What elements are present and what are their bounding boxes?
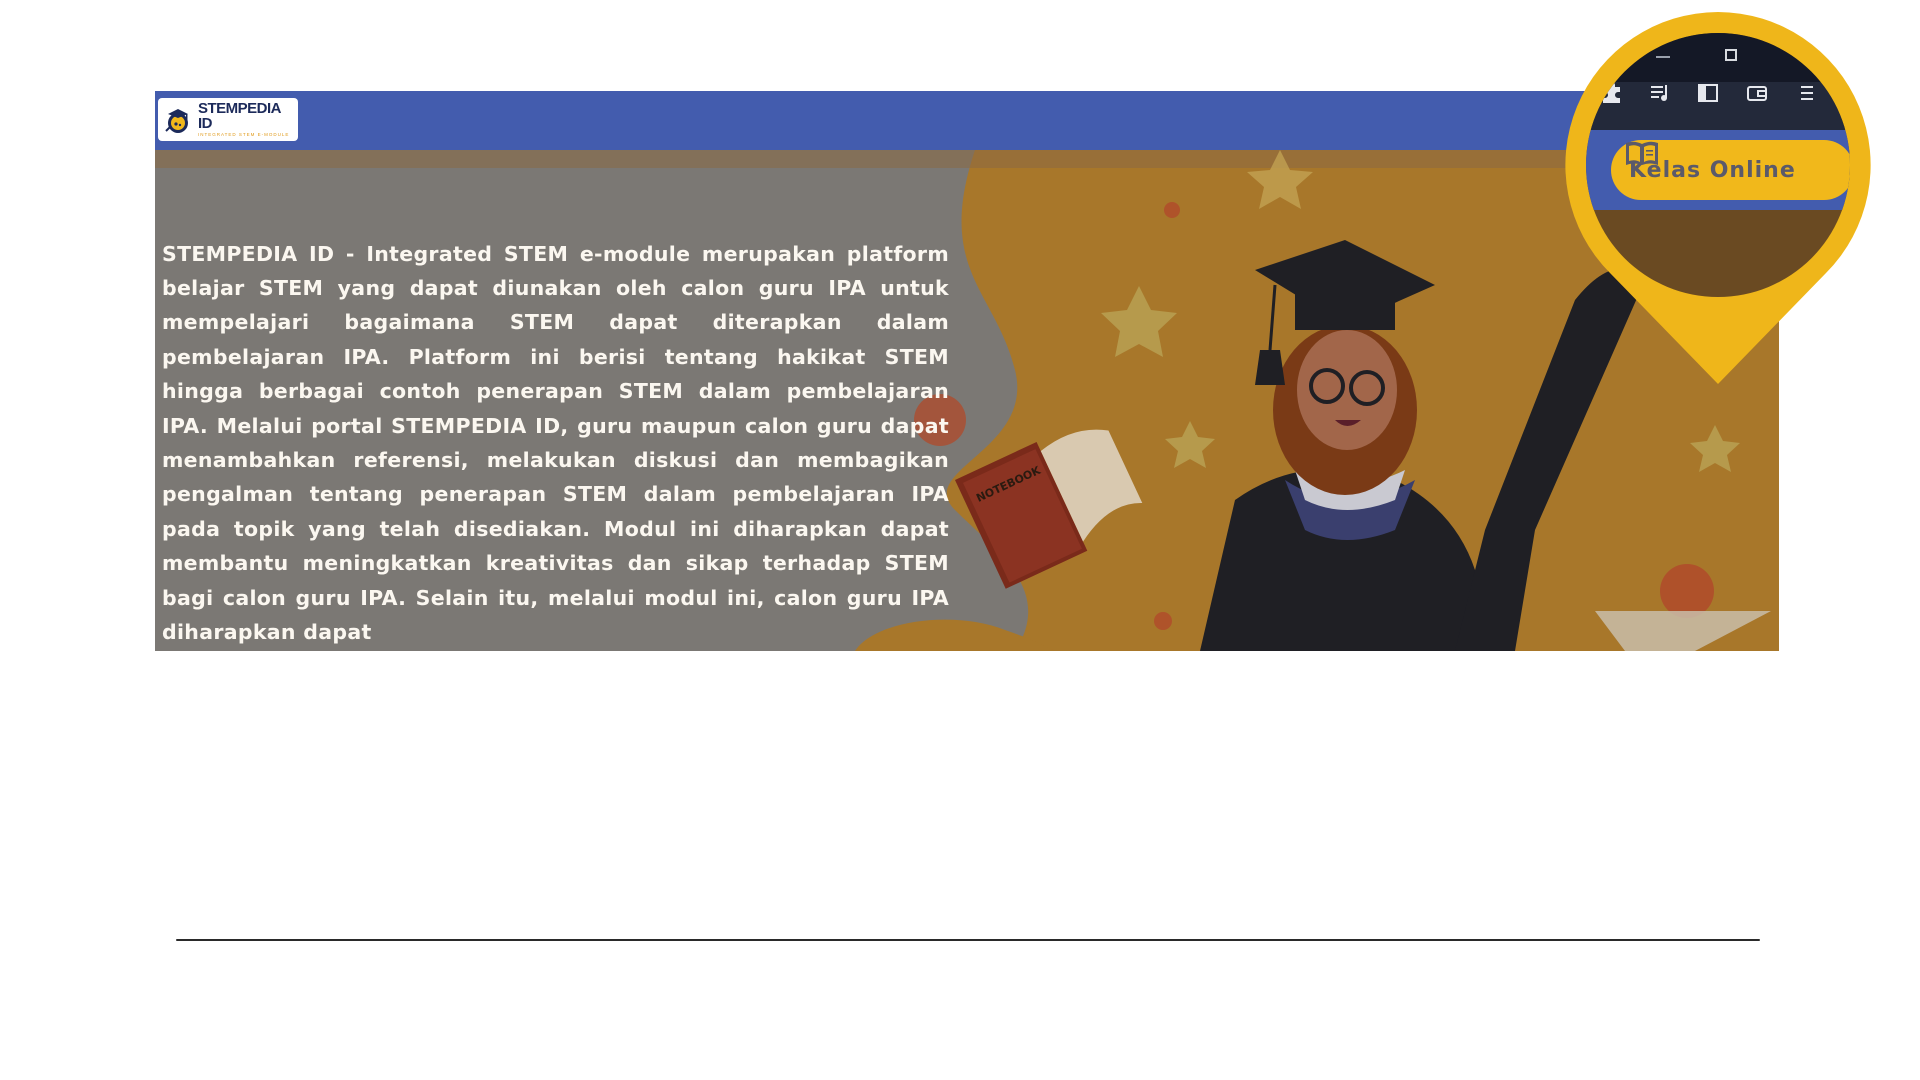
browser-titlebar <box>1586 33 1850 82</box>
zoom-lens: Kelas Online <box>1586 33 1850 297</box>
book-icon <box>1626 141 1658 165</box>
minimize-icon[interactable] <box>1656 56 1670 58</box>
website-frame: STEMPEDIA ID INTEGRATED STEM E-MODULE NO… <box>155 91 1779 651</box>
zoomed-navbar: Kelas Online <box>1586 130 1850 210</box>
extensions-icon[interactable] <box>1601 82 1623 104</box>
navbar: STEMPEDIA ID INTEGRATED STEM E-MODULE <box>155 91 1779 150</box>
logo-tagline: INTEGRATED STEM E-MODULE <box>197 132 290 138</box>
site-logo[interactable]: STEMPEDIA ID INTEGRATED STEM E-MODULE <box>158 98 298 141</box>
logo-name: STEMPEDIA ID <box>197 100 281 133</box>
wallet-icon[interactable] <box>1746 82 1768 104</box>
browser-toolbar <box>1586 82 1850 130</box>
maximize-icon[interactable] <box>1725 49 1737 61</box>
zoom-callout: Kelas Online <box>1565 12 1871 384</box>
hero-description: STEMPEDIA ID - Integrated STEM e-module … <box>162 241 949 644</box>
graduation-flask-logo-icon <box>165 108 188 133</box>
media-playlist-icon[interactable] <box>1649 82 1671 104</box>
side-panel-icon[interactable] <box>1697 82 1719 104</box>
hero-banner: NOTEBOOK STEMPEDIA ID - Integrated STEM … <box>155 150 1779 651</box>
kelas-online-button[interactable]: Kelas Online <box>1611 140 1850 200</box>
section-divider <box>176 939 1760 941</box>
menu-icon[interactable] <box>1796 82 1818 104</box>
